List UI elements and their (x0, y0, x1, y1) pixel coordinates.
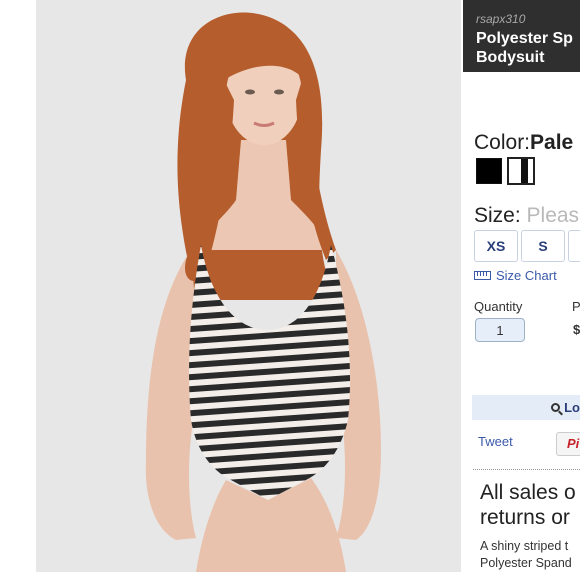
magnifier-icon (551, 403, 561, 412)
quantity-input[interactable]: 1 (475, 318, 525, 342)
quantity-label: Quantity (474, 299, 523, 314)
divider (473, 469, 580, 470)
product-photo[interactable] (36, 0, 461, 572)
product-title: Polyester Sp Bodysuit (476, 29, 573, 67)
price-label: P (572, 299, 580, 314)
swatch-stripe (521, 159, 528, 183)
color-label: Color:Pale (474, 131, 574, 154)
lookup-label: Lo (564, 400, 580, 415)
product-sku: rsapx310 (476, 12, 526, 26)
sales-notice-line1: All sales o (480, 481, 576, 504)
price-value: $ (573, 322, 580, 337)
description-line2: Polyester Spand (480, 556, 572, 570)
model-illustration (36, 0, 461, 572)
product-title-line1: Polyester Sp (476, 30, 573, 47)
description-line1: A shiny striped t (480, 539, 569, 553)
product-title-line2: Bodysuit (476, 49, 545, 66)
sales-notice-line2: returns or (480, 506, 570, 529)
pinterest-button[interactable]: Pi (556, 432, 580, 456)
size-option-more[interactable] (568, 230, 580, 262)
swatch-white-black-stripe[interactable] (507, 157, 535, 185)
sales-notice: All sales o returns or (480, 480, 576, 530)
size-option-s[interactable]: S (521, 230, 565, 262)
ruler-icon (474, 271, 491, 280)
selected-color: Pale (530, 131, 574, 154)
lookup-button[interactable]: Lo (472, 395, 580, 420)
size-option-xs[interactable]: XS (474, 230, 518, 262)
size-placeholder: Pleas (526, 204, 580, 227)
swatch-black[interactable] (476, 158, 502, 184)
size-chart-label: Size Chart (496, 268, 557, 283)
size-label: Size: Pleas (474, 204, 580, 227)
product-header: rsapx310 Polyester Sp Bodysuit (463, 0, 580, 72)
product-description: A shiny striped t Polyester Spand (480, 538, 572, 572)
tweet-button[interactable]: Tweet (478, 434, 513, 449)
size-chart-link[interactable]: Size Chart (474, 268, 557, 283)
